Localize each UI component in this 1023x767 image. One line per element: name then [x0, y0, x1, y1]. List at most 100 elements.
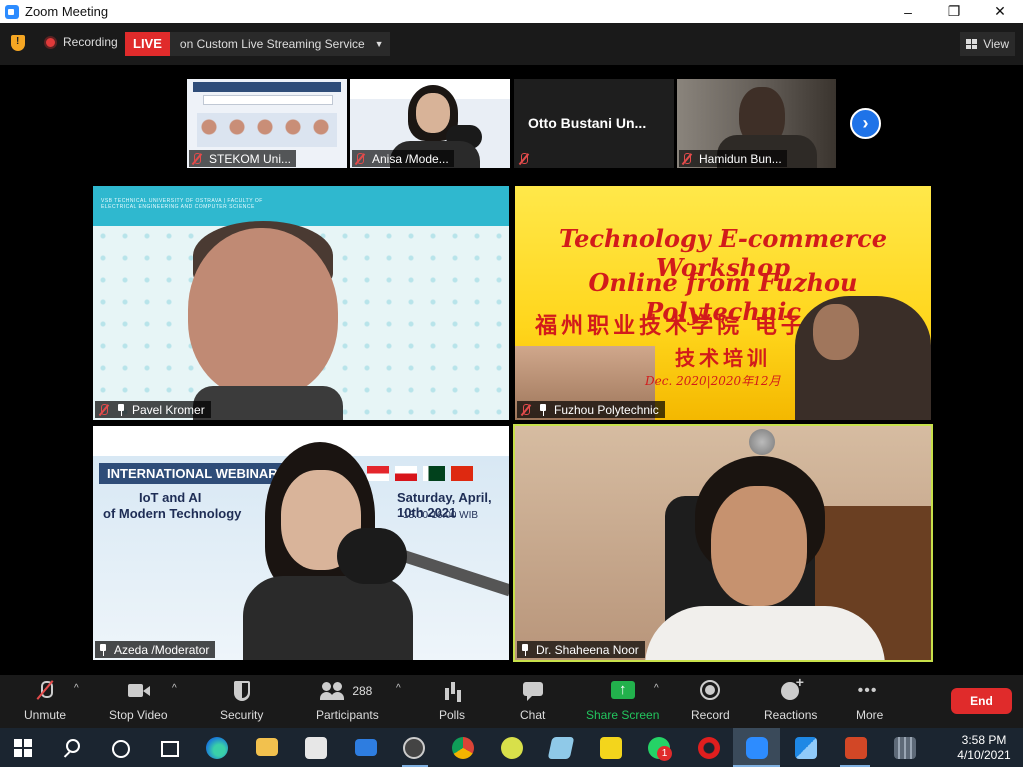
- end-meeting-button[interactable]: End: [951, 688, 1012, 714]
- more-button[interactable]: More: [856, 680, 883, 722]
- security-shield-icon: [230, 680, 254, 702]
- obs-studio-icon[interactable]: [403, 737, 425, 759]
- polls-button[interactable]: Polls: [439, 680, 465, 722]
- file-explorer-icon[interactable]: [256, 738, 278, 756]
- tile-name-tag: Azeda /Moderator: [95, 641, 216, 658]
- video-tile[interactable]: Technology E-commerce Workshop Online fr…: [515, 186, 931, 420]
- mic-muted-icon: [98, 403, 110, 416]
- security-button[interactable]: Security: [220, 680, 263, 722]
- unmute-button[interactable]: Unmute: [24, 680, 66, 722]
- reactions-button[interactable]: Reactions: [764, 674, 818, 722]
- mic-muted-icon: [518, 152, 530, 165]
- unmute-label: Unmute: [24, 708, 67, 722]
- stop-video-button[interactable]: Stop Video: [109, 680, 168, 722]
- participant-body: [645, 606, 885, 660]
- participant-thumbnail[interactable]: Otto Bustani Un...: [514, 79, 674, 168]
- webinar-banner: INTERNATIONAL WEBINAR: [99, 463, 286, 484]
- clock-time: 3:58 PM: [961, 733, 1007, 747]
- microphone: [337, 528, 407, 584]
- record-label: Record: [691, 708, 730, 722]
- grid-view-icon: [966, 39, 978, 49]
- thumbnail-name-tag: Hamidun Bun...: [679, 150, 787, 167]
- mic-muted-icon: [354, 152, 366, 165]
- flag-czech-icon: [395, 466, 417, 481]
- pen-app-icon[interactable]: [501, 737, 523, 759]
- active-speaker-tile[interactable]: Dr. Shaheena Noor: [513, 424, 933, 662]
- video-tile[interactable]: INTERNATIONAL WEBINAR IoT and AI of Mode…: [93, 426, 509, 660]
- polls-label: Polls: [439, 708, 466, 722]
- close-button[interactable]: ✕: [977, 0, 1023, 23]
- thumbnail-name-tag: [516, 150, 541, 167]
- record-dot-icon: [44, 35, 57, 49]
- record-icon: [698, 680, 722, 702]
- recording-label: Recording: [63, 35, 118, 49]
- edge-browser-icon[interactable]: [206, 737, 228, 759]
- participant-thumbnail[interactable]: Hamidun Bun...: [677, 79, 836, 168]
- microsoft-store-icon[interactable]: [305, 737, 327, 759]
- chrome-browser-icon[interactable]: [452, 737, 474, 759]
- thumb-face: [416, 93, 450, 133]
- share-options-caret-icon[interactable]: ^: [654, 683, 659, 694]
- share-screen-icon: [610, 680, 635, 702]
- participant-thumbnail[interactable]: Anisa /Mode...: [350, 79, 510, 168]
- mic-muted-icon: [681, 152, 693, 165]
- task-view-icon[interactable]: [158, 737, 180, 759]
- participant-face: [813, 304, 859, 360]
- next-page-arrow-icon[interactable]: ›: [850, 108, 881, 139]
- microphone-muted-icon: [33, 680, 57, 702]
- tile-name-tag: Pavel Kromer: [95, 401, 211, 418]
- maximize-button[interactable]: ❐: [931, 0, 977, 23]
- reactions-label: Reactions: [764, 708, 818, 722]
- taskbar-clock[interactable]: 3:58 PM 4/10/2021: [949, 733, 1019, 763]
- calculator-icon[interactable]: [894, 737, 916, 759]
- recording-indicator[interactable]: Recording: [44, 35, 118, 49]
- more-label: More: [856, 708, 884, 722]
- slide-date: Dec. 2020|2020年12月: [645, 374, 781, 388]
- encryption-shield-icon[interactable]: [11, 35, 25, 51]
- polls-chart-icon: [440, 680, 464, 702]
- cortana-icon[interactable]: [110, 738, 132, 760]
- opera-browser-icon[interactable]: [698, 737, 720, 759]
- whatsapp-notification-badge: 1: [657, 746, 672, 761]
- live-stream-dropdown[interactable]: LIVE on Custom Live Streaming Service ▼: [125, 32, 390, 56]
- sticky-notes-icon[interactable]: [600, 737, 622, 759]
- minimize-button[interactable]: –: [885, 0, 931, 23]
- participant-thumbnail[interactable]: STEKOM Uni...: [187, 79, 347, 168]
- participants-button[interactable]: 288 Participants: [316, 680, 379, 722]
- photos-app-icon[interactable]: [795, 737, 817, 759]
- view-button[interactable]: View: [960, 32, 1015, 56]
- record-button[interactable]: Record: [691, 680, 730, 722]
- mail-icon[interactable]: [355, 739, 377, 756]
- participants-label: Participants: [316, 708, 379, 722]
- powerpoint-icon[interactable]: [845, 737, 867, 759]
- live-badge: LIVE: [125, 32, 170, 56]
- chat-label: Chat: [520, 708, 546, 722]
- university-banner-text: VSB TECHNICAL UNIVERSITY OF OSTRAVA | FA…: [101, 198, 263, 210]
- window-title: Zoom Meeting: [25, 4, 109, 19]
- participants-icon: [320, 680, 346, 702]
- more-dots-icon: [858, 680, 882, 702]
- chat-button[interactable]: Chat: [520, 680, 545, 722]
- video-options-caret-icon[interactable]: ^: [172, 683, 177, 694]
- webinar-topic-line-1: IoT and AI: [139, 490, 202, 505]
- video-off-name: Otto Bustani Un...: [528, 115, 647, 131]
- windows-start-icon[interactable]: [14, 739, 32, 757]
- webinar-topic-line-2: of Modern Technology: [103, 506, 242, 521]
- mic-muted-icon: [520, 403, 532, 416]
- taskbar-search-icon[interactable]: [62, 737, 84, 759]
- participants-options-caret-icon[interactable]: ^: [396, 683, 401, 694]
- zoom-taskbar-icon[interactable]: [746, 737, 768, 759]
- participants-icon-group: 288: [320, 680, 373, 702]
- window-controls: – ❐ ✕: [885, 0, 1023, 23]
- video-tile[interactable]: VSB TECHNICAL UNIVERSITY OF OSTRAVA | FA…: [93, 186, 509, 420]
- thumbnail-name: Hamidun Bun...: [699, 151, 782, 166]
- participant-count: 288: [352, 684, 373, 698]
- share-screen-button[interactable]: Share Screen: [586, 680, 659, 722]
- audio-options-caret-icon[interactable]: ^: [74, 683, 79, 694]
- chat-bubble-icon: [521, 680, 545, 702]
- meeting-toolbar: Unmute ^ Stop Video ^ Security 288 Parti…: [0, 674, 1023, 728]
- zoom-app-icon: [5, 4, 19, 19]
- caret-down-icon: ▼: [374, 39, 384, 49]
- participant-body: [193, 386, 343, 420]
- country-flags: [367, 466, 473, 481]
